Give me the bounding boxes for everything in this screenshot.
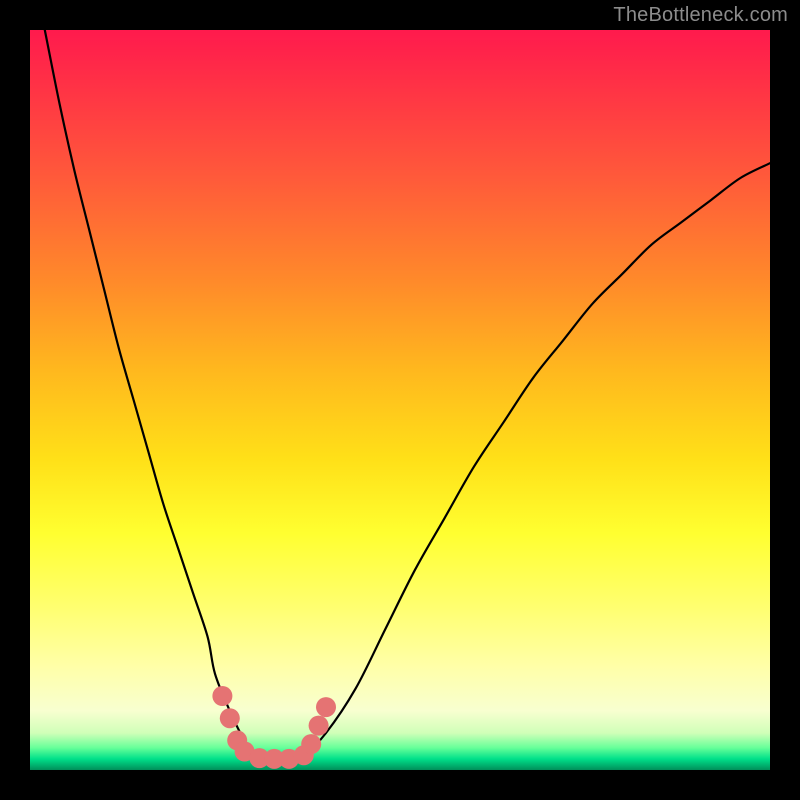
curve-markers — [212, 686, 336, 769]
curve-marker — [220, 708, 240, 728]
curve-layer — [30, 30, 770, 770]
curve-marker — [212, 686, 232, 706]
bottleneck-curve — [30, 30, 770, 759]
plot-area — [30, 30, 770, 770]
chart-frame: TheBottleneck.com — [0, 0, 800, 800]
curve-marker — [301, 734, 321, 754]
watermark-text: TheBottleneck.com — [613, 4, 788, 27]
curve-marker — [316, 697, 336, 717]
curve-marker — [309, 716, 329, 736]
